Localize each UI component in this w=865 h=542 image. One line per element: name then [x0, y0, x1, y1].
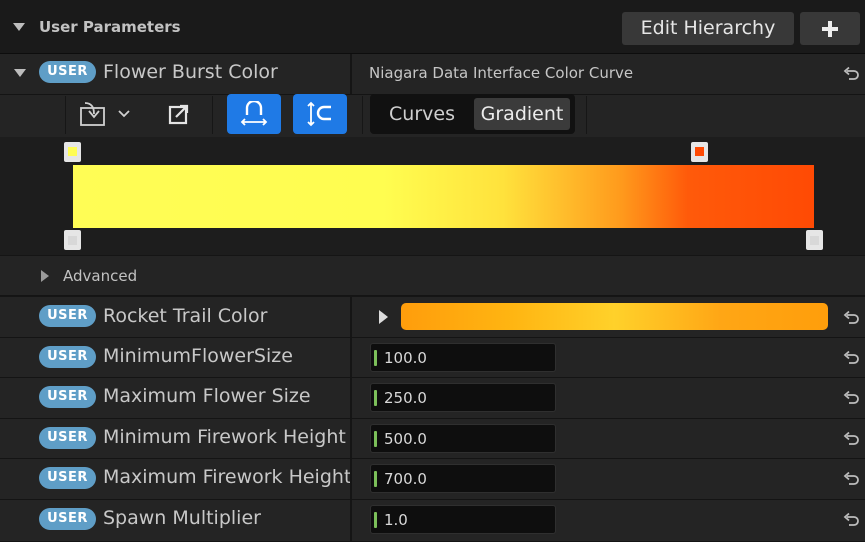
- param-label: Minimum Firework Height: [103, 426, 346, 448]
- reset-to-default-icon[interactable]: [842, 65, 860, 83]
- param-row-spawn-multiplier: USER Spawn Multiplier 1.0: [0, 500, 865, 542]
- gradient-preview[interactable]: [73, 165, 814, 228]
- stop-color-swatch: [810, 236, 819, 245]
- user-badge: USER: [39, 386, 96, 408]
- toolbar-divider: [362, 96, 363, 134]
- number-value: 500.0: [384, 430, 427, 448]
- reset-to-default-icon[interactable]: [842, 430, 860, 448]
- number-input[interactable]: 500.0: [370, 424, 556, 453]
- stop-color-swatch: [68, 236, 77, 245]
- alpha-stop-handle[interactable]: [64, 142, 81, 162]
- section-title: User Parameters: [39, 18, 181, 36]
- param-label: Flower Burst Color: [103, 61, 278, 83]
- user-badge: USER: [39, 467, 96, 489]
- float-type-indicator: [374, 431, 377, 447]
- param-type-label: Niagara Data Interface Color Curve: [369, 64, 634, 82]
- user-badge: USER: [39, 508, 96, 530]
- number-value: 100.0: [384, 349, 427, 367]
- collapse-arrow-icon[interactable]: [13, 23, 25, 31]
- add-parameter-button[interactable]: [800, 12, 860, 45]
- param-row-maximum-firework-height: USER Maximum Firework Height 700.0: [0, 459, 865, 500]
- toolbar-divider: [586, 96, 587, 134]
- toolbar-divider: [212, 96, 213, 134]
- toolbar-divider: [65, 96, 66, 134]
- number-input[interactable]: 1.0: [370, 505, 556, 534]
- reset-to-default-icon[interactable]: [842, 511, 860, 529]
- param-label: Maximum Firework Height: [103, 466, 352, 488]
- open-external-icon[interactable]: [168, 103, 190, 125]
- stop-color-swatch: [68, 147, 77, 156]
- param-row-flower-burst-color: USER Flower Burst Color Niagara Data Int…: [0, 54, 865, 95]
- param-row-minimum-flower-size: USER MinimumFlowerSize 100.0: [0, 338, 865, 378]
- float-type-indicator: [374, 512, 377, 528]
- number-value: 250.0: [384, 389, 427, 407]
- number-value: 1.0: [384, 511, 408, 529]
- param-label: Rocket Trail Color: [103, 305, 268, 327]
- float-type-indicator: [374, 471, 377, 487]
- column-divider: [350, 54, 352, 94]
- edit-hierarchy-button[interactable]: Edit Hierarchy: [622, 12, 794, 45]
- column-divider: [350, 338, 352, 377]
- float-type-indicator: [374, 350, 377, 366]
- float-type-indicator: [374, 390, 377, 406]
- number-input[interactable]: 700.0: [370, 464, 556, 493]
- column-divider: [350, 378, 352, 418]
- color-stop-handle[interactable]: [64, 230, 81, 250]
- column-divider: [350, 419, 352, 458]
- user-badge: USER: [39, 346, 96, 368]
- color-stop-handle[interactable]: [806, 230, 823, 250]
- user-parameters-header: User Parameters Edit Hierarchy: [0, 0, 865, 54]
- expand-arrow-icon[interactable]: [379, 310, 388, 324]
- tab-curves[interactable]: Curves: [378, 98, 466, 130]
- number-value: 700.0: [384, 470, 427, 488]
- user-badge: USER: [39, 427, 96, 449]
- column-divider: [350, 297, 352, 337]
- reset-to-default-icon[interactable]: [842, 309, 860, 327]
- reset-to-default-icon[interactable]: [842, 389, 860, 407]
- param-row-minimum-firework-height: USER Minimum Firework Height 500.0: [0, 419, 865, 459]
- reset-to-default-icon[interactable]: [842, 470, 860, 488]
- color-stop-handle[interactable]: [691, 142, 708, 162]
- expand-arrow-icon[interactable]: [41, 270, 49, 282]
- param-row-maximum-flower-size: USER Maximum Flower Size 250.0: [0, 378, 865, 419]
- snap-horizontal-button[interactable]: [227, 94, 281, 134]
- advanced-label: Advanced: [63, 267, 138, 285]
- param-label: Maximum Flower Size: [103, 385, 311, 407]
- number-input[interactable]: 100.0: [370, 343, 556, 372]
- column-divider: [350, 459, 352, 499]
- advanced-section[interactable]: Advanced: [0, 256, 865, 296]
- param-label: MinimumFlowerSize: [103, 345, 293, 367]
- magnet-vertical-icon: [307, 101, 331, 127]
- snap-vertical-button[interactable]: [293, 94, 347, 134]
- stop-color-swatch: [695, 147, 704, 156]
- curve-view-tabs: Curves Gradient: [370, 94, 575, 134]
- number-input[interactable]: 250.0: [370, 383, 556, 412]
- param-label: Spawn Multiplier: [103, 507, 261, 529]
- magnet-horizontal-icon: [240, 101, 268, 126]
- import-curve-dropdown[interactable]: [78, 100, 132, 128]
- reset-to-default-icon[interactable]: [842, 349, 860, 367]
- column-divider: [350, 500, 352, 541]
- rocket-trail-gradient-preview[interactable]: [401, 303, 828, 330]
- user-badge: USER: [39, 305, 96, 327]
- user-badge: USER: [39, 61, 96, 83]
- collapse-arrow-icon[interactable]: [14, 69, 26, 77]
- tab-gradient[interactable]: Gradient: [474, 98, 570, 130]
